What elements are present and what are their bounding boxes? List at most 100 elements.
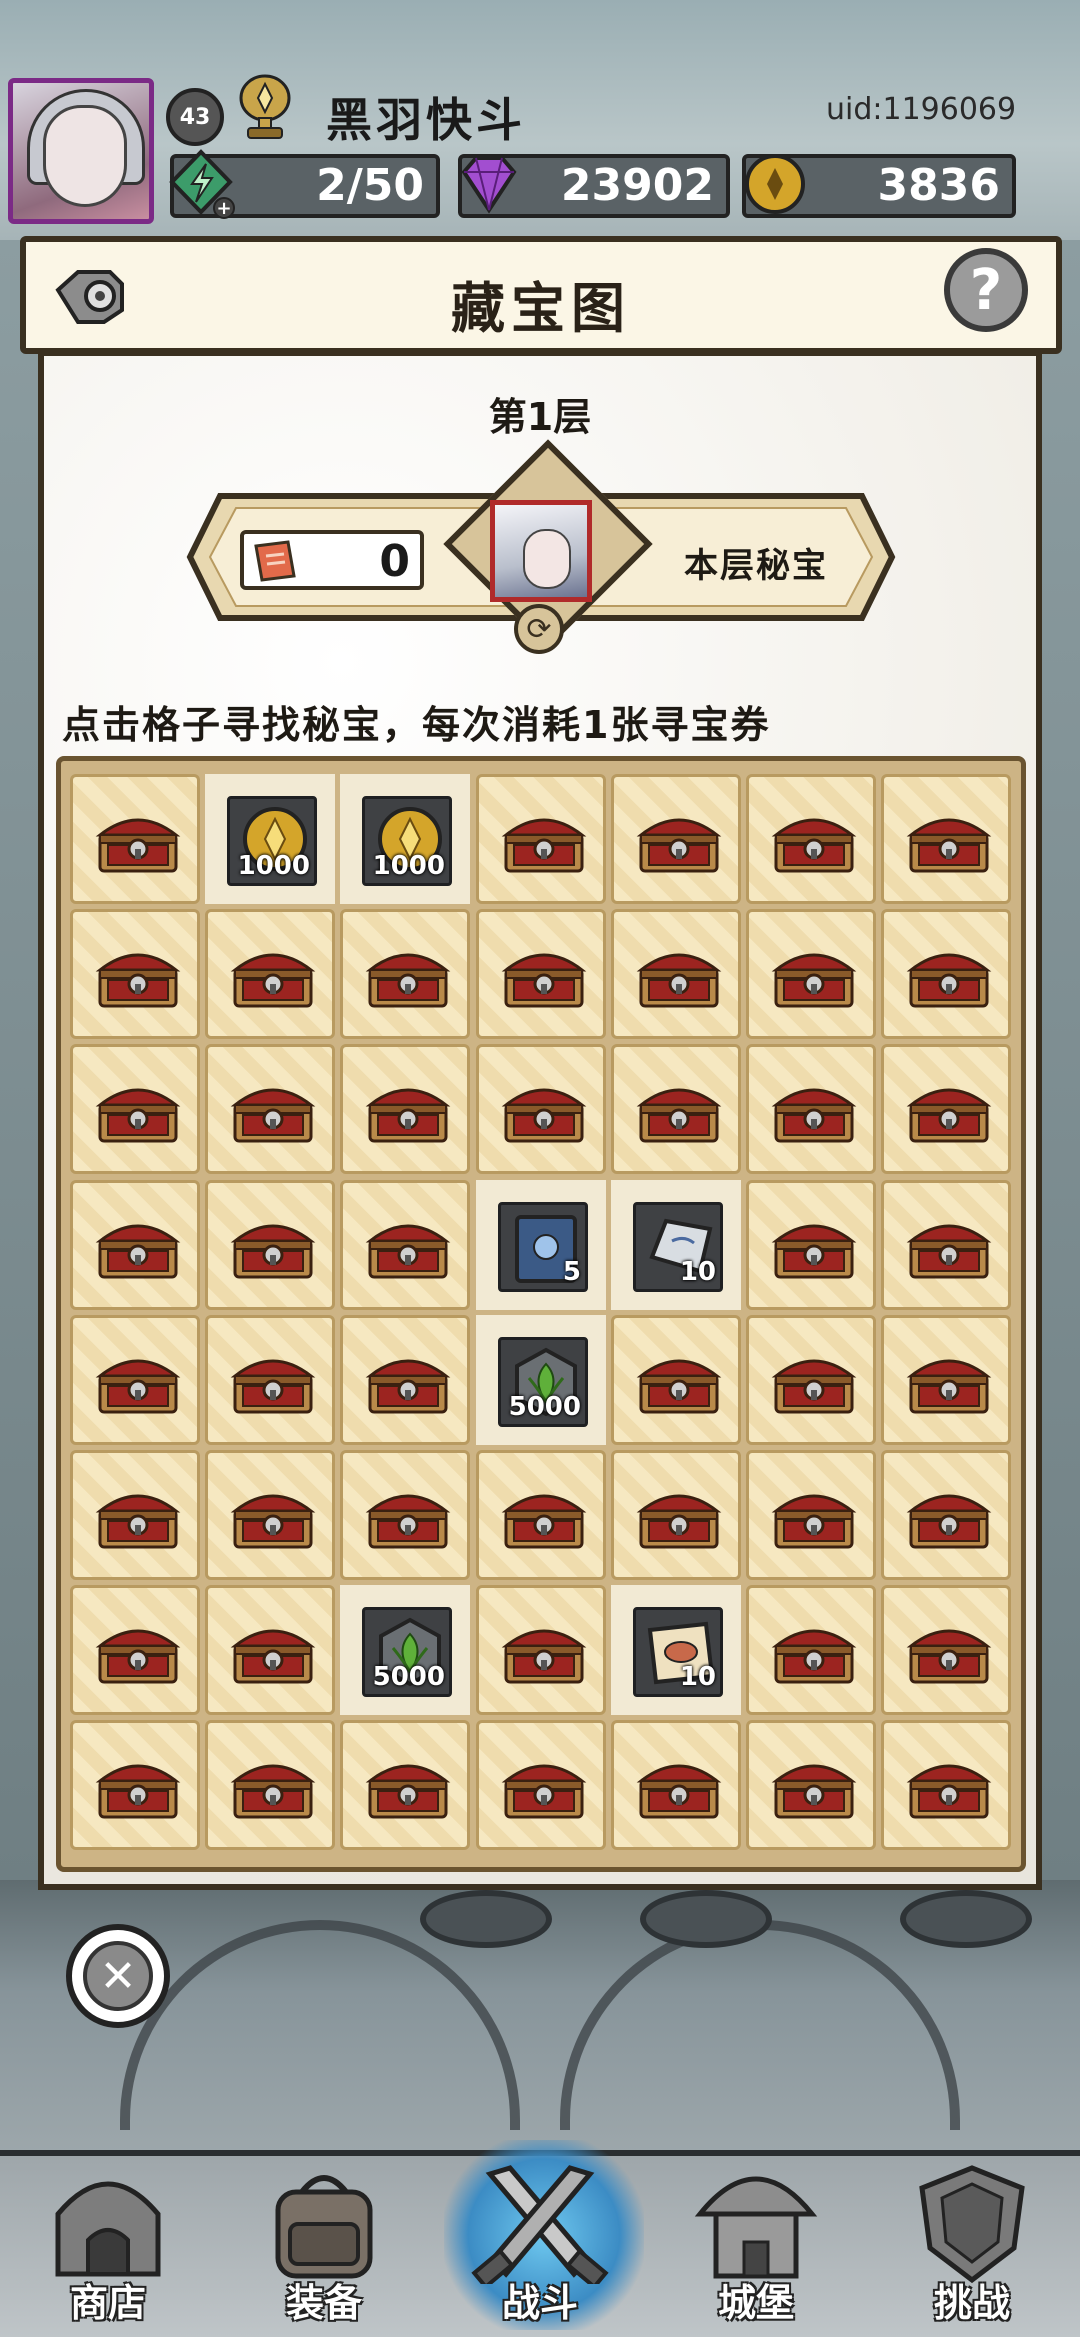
treasure-chest-icon xyxy=(771,953,857,1008)
grid-cell-chest[interactable] xyxy=(70,1585,200,1715)
nav-label-castle: 城堡 xyxy=(717,2281,794,2325)
grid-cell-chest[interactable] xyxy=(205,1044,335,1174)
gold-coin-icon[interactable] xyxy=(740,148,810,220)
purple-gem-icon[interactable] xyxy=(454,148,524,220)
grid-cell-revealed: 5000 xyxy=(476,1315,606,1445)
grid-cell-revealed: 10 xyxy=(611,1585,741,1715)
grid-cell-chest[interactable] xyxy=(611,909,741,1039)
grid-cell-chest[interactable] xyxy=(746,909,876,1039)
nav-item-shop[interactable]: 商店 xyxy=(18,2160,198,2331)
grid-cell-chest[interactable] xyxy=(70,909,200,1039)
grid-cell-chest[interactable] xyxy=(746,774,876,904)
treasure-chest-icon xyxy=(771,1629,857,1684)
refresh-icon[interactable]: ⟳ xyxy=(514,604,564,654)
reward-amount: 10 xyxy=(679,1662,716,1692)
treasure-chest-icon xyxy=(365,1359,451,1414)
grid-cell-chest[interactable] xyxy=(205,1450,335,1580)
treasure-chest-icon xyxy=(365,1224,451,1279)
grid-cell-chest[interactable] xyxy=(881,909,1011,1039)
grid-cell-chest[interactable] xyxy=(476,909,606,1039)
back-icon[interactable] xyxy=(48,250,132,334)
grid-cell-chest[interactable] xyxy=(881,1315,1011,1445)
grid-cell-chest[interactable] xyxy=(205,1315,335,1445)
secret-treasure-label: 本层秘宝 xyxy=(684,546,828,586)
nav-label-shop: 商店 xyxy=(69,2281,146,2325)
energy-icon[interactable]: + xyxy=(166,148,236,220)
grid-cell-chest[interactable] xyxy=(476,1450,606,1580)
grid-cell-chest[interactable] xyxy=(881,1450,1011,1580)
grid-cell-chest[interactable] xyxy=(205,909,335,1039)
grid-cell-chest[interactable] xyxy=(476,1720,606,1850)
treasure-chest-icon xyxy=(230,1359,316,1414)
treasure-chest-icon xyxy=(906,1494,992,1549)
grid-cell-revealed: 1000 xyxy=(340,774,470,904)
treasure-chest-icon xyxy=(230,1224,316,1279)
grid-cell-chest[interactable] xyxy=(205,1585,335,1715)
grid-cell-chest[interactable] xyxy=(340,1180,470,1310)
grid-cell-chest[interactable] xyxy=(205,1720,335,1850)
grid-cell-chest[interactable] xyxy=(611,1044,741,1174)
grid-cell-chest[interactable] xyxy=(70,1044,200,1174)
grid-cell-chest[interactable] xyxy=(746,1180,876,1310)
trophy-icon[interactable] xyxy=(234,72,296,142)
grid-cell-revealed: 10 xyxy=(611,1180,741,1310)
shield-helmet-icon xyxy=(919,2165,1025,2284)
treasure-chest-icon xyxy=(771,1494,857,1549)
treasure-chest-icon xyxy=(365,953,451,1008)
grid-cell-chest[interactable] xyxy=(476,1585,606,1715)
treasure-chest-icon xyxy=(906,818,992,873)
nav-item-challenge[interactable]: 挑战 xyxy=(882,2160,1062,2331)
treasure-chest-icon xyxy=(636,1494,722,1549)
grid-cell-chest[interactable] xyxy=(881,1180,1011,1310)
reward-amount: 1000 xyxy=(237,851,310,881)
instructions-text: 点击格子寻找秘宝，每次消耗1张寻宝券 xyxy=(62,703,771,747)
grid-cell-chest[interactable] xyxy=(476,1044,606,1174)
grid-cell-chest[interactable] xyxy=(881,774,1011,904)
treasure-chest-icon xyxy=(95,818,181,873)
grid-cell-chest[interactable] xyxy=(881,1720,1011,1850)
nav-item-battle[interactable]: 战斗 xyxy=(444,2140,644,2331)
grid-cell-chest[interactable] xyxy=(340,1720,470,1850)
grid-cell-chest[interactable] xyxy=(746,1720,876,1850)
grid-cell-chest[interactable] xyxy=(70,1180,200,1310)
grid-cell-chest[interactable] xyxy=(746,1585,876,1715)
grid-cell-chest[interactable] xyxy=(340,909,470,1039)
panel-title-bar: 藏宝图 xyxy=(20,236,1062,354)
reward-amount: 5 xyxy=(562,1257,581,1287)
nav-item-castle[interactable]: 城堡 xyxy=(666,2160,846,2331)
grid-cell-chest[interactable] xyxy=(70,1315,200,1445)
grid-cell-chest[interactable] xyxy=(746,1044,876,1174)
stone-ring-decoration xyxy=(640,1890,772,1948)
svg-text:+: + xyxy=(216,198,231,219)
grid-cell-chest[interactable] xyxy=(340,1315,470,1445)
grid-cell-chest[interactable] xyxy=(746,1450,876,1580)
grid-cell-chest[interactable] xyxy=(881,1044,1011,1174)
treasure-chest-icon xyxy=(906,1088,992,1143)
grid-cell-chest[interactable] xyxy=(611,1720,741,1850)
grid-cell-chest[interactable] xyxy=(746,1315,876,1445)
secret-treasure-portrait[interactable] xyxy=(490,500,592,602)
treasure-ticket-icon xyxy=(254,540,296,582)
help-button[interactable]: ? xyxy=(944,248,1028,332)
grid-cell-chest[interactable] xyxy=(70,1720,200,1850)
reward-item: 5000 xyxy=(362,1607,452,1697)
nav-item-equipment[interactable]: 装备 xyxy=(234,2160,414,2331)
grid-cell-chest[interactable] xyxy=(611,1450,741,1580)
nav-label-equipment: 装备 xyxy=(285,2281,362,2325)
grid-cell-chest[interactable] xyxy=(611,1315,741,1445)
player-uid: uid:1196069 xyxy=(826,92,1017,127)
grid-cell-chest[interactable] xyxy=(340,1044,470,1174)
grid-cell-chest[interactable] xyxy=(611,774,741,904)
treasure-chest-icon xyxy=(906,1359,992,1414)
grid-cell-chest[interactable] xyxy=(476,774,606,904)
player-avatar[interactable] xyxy=(8,78,154,224)
ticket-counter: 0 xyxy=(240,530,424,590)
grid-cell-chest[interactable] xyxy=(70,774,200,904)
grid-cell-chest[interactable] xyxy=(70,1450,200,1580)
treasure-chest-icon xyxy=(636,1088,722,1143)
grid-cell-chest[interactable] xyxy=(340,1450,470,1580)
grid-cell-chest[interactable] xyxy=(205,1180,335,1310)
grid-cell-chest[interactable] xyxy=(881,1585,1011,1715)
close-button[interactable]: ✕ xyxy=(66,1924,170,2028)
grid-cell-revealed: 5 xyxy=(476,1180,606,1310)
